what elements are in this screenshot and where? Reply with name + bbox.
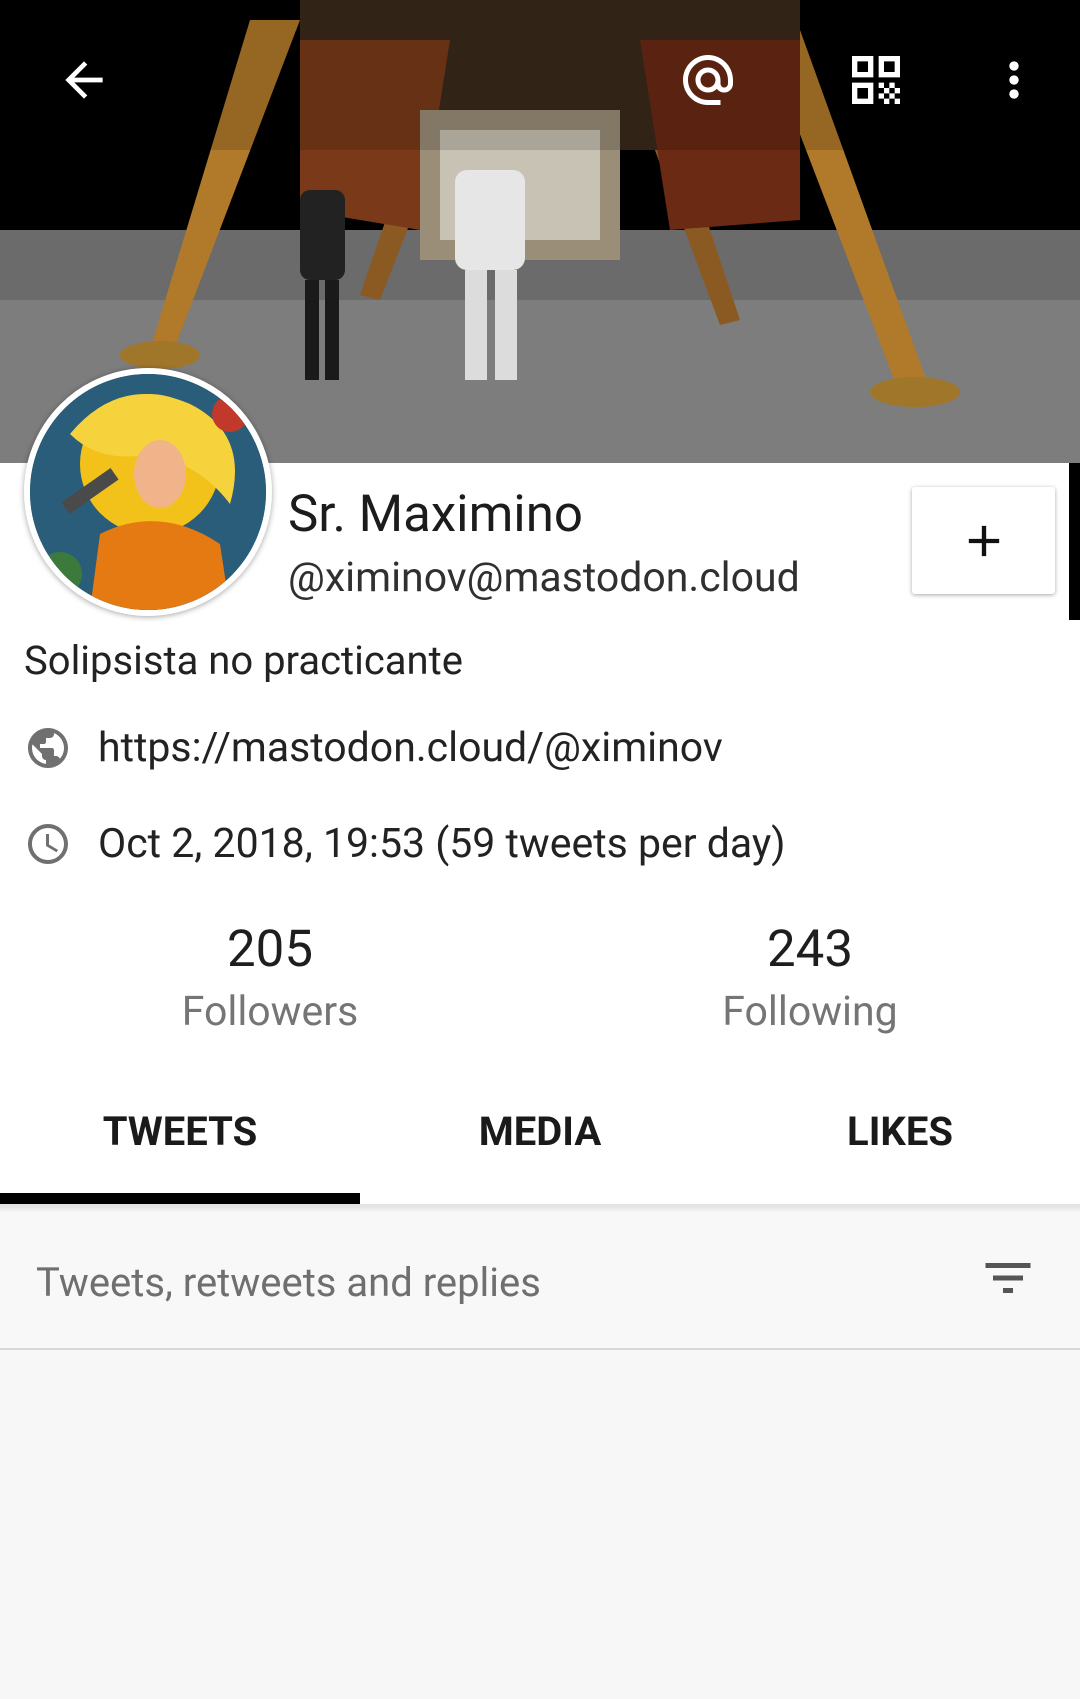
joined-date: Oct 2, 2018, 19:53 (59 tweets per day) (98, 820, 786, 868)
qr-code-button[interactable] (836, 40, 916, 120)
website-row[interactable]: https://mastodon.cloud/@ximinov (24, 723, 723, 773)
more-vert-icon (1009, 61, 1019, 99)
plus-icon (968, 525, 999, 556)
website-link[interactable]: https://mastodon.cloud/@ximinov (98, 723, 723, 773)
following-count: 243 (767, 920, 853, 979)
profile-tabs: TWEETS MEDIA LIKES (0, 1078, 1080, 1204)
follow-button[interactable] (912, 487, 1055, 594)
qr-code-icon (852, 56, 900, 104)
back-button[interactable] (44, 40, 124, 120)
following-label: Following (722, 988, 898, 1036)
tab-media[interactable]: MEDIA (360, 1078, 720, 1204)
filter-list-icon (985, 1263, 1031, 1293)
mention-button[interactable] (668, 40, 748, 120)
filter-label: Tweets, retweets and replies (36, 1259, 541, 1306)
avatar[interactable] (24, 368, 272, 616)
timeline-filter-bar[interactable]: Tweets, retweets and replies (0, 1206, 1080, 1350)
display-name: Sr. Maximino (288, 485, 583, 544)
scroll-edge (1069, 463, 1080, 620)
filter-button[interactable] (976, 1246, 1040, 1310)
profile-bio: Solipsista no practicante (24, 637, 463, 684)
avatar-image (30, 374, 266, 610)
globe-icon (24, 724, 72, 772)
joined-row: Oct 2, 2018, 19:53 (59 tweets per day) (24, 819, 786, 869)
following-stat[interactable]: 243 Following (630, 920, 990, 1038)
followers-count: 205 (227, 920, 313, 979)
at-sign-icon (683, 55, 733, 105)
account-handle: @ximinov@mastodon.cloud (288, 554, 800, 602)
tab-likes[interactable]: LIKES (720, 1078, 1080, 1204)
followers-stat[interactable]: 205 Followers (90, 920, 450, 1038)
tab-tweets[interactable]: TWEETS (0, 1078, 360, 1204)
arrow-back-icon (65, 61, 103, 99)
active-tab-indicator (0, 1193, 360, 1204)
more-options-button[interactable] (974, 40, 1054, 120)
timeline-content (0, 1350, 1080, 1699)
tabs-shadow (0, 1204, 1080, 1212)
clock-icon (24, 820, 72, 868)
followers-label: Followers (181, 988, 359, 1036)
